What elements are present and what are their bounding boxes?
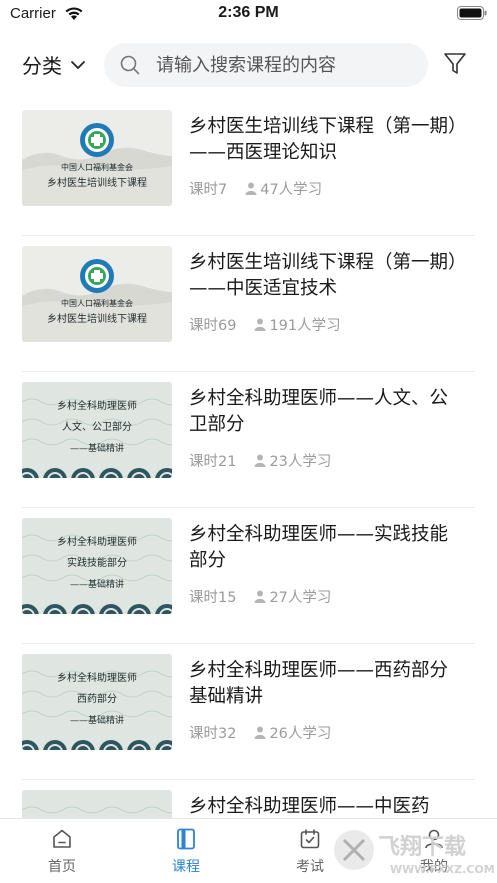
course-thumbnail[interactable]: 乡村全科助理医师 人文、公卫部分 ——基础精讲 <box>22 382 172 478</box>
course-row[interactable]: 中国人口福利基金会乡村医生培训线下课程 乡村医生培训线下课程（第一期）——中医适… <box>22 236 475 372</box>
course-title: 乡村全科助理医师——实践技能部分 <box>189 524 449 571</box>
thumbnail-caption: 乡村医生培训线下课程 <box>47 312 147 325</box>
course-title: 乡村全科助理医师——中医药 <box>189 796 430 817</box>
category-dropdown[interactable]: 分类 <box>22 50 86 79</box>
status-time: 2:36 PM <box>218 4 279 21</box>
thumbnail-caption: 乡村全科助理医师 <box>57 399 137 412</box>
course-thumbnail[interactable]: 中国人口福利基金会乡村医生培训线下课程 <box>22 246 172 342</box>
course-meta: 课时7 47人学习 <box>189 178 322 199</box>
learner-count: 47人学习 <box>245 178 322 199</box>
course-cover-art: 中国人口福利基金会乡村医生培训线下课程 <box>22 246 172 342</box>
learner-count-text: 23人学习 <box>269 454 332 470</box>
course-list-screen: Carrier 2:36 PM 分类 请输入搜索课程的内容 中国人口福利基金会 … <box>0 0 497 883</box>
book-icon <box>177 828 195 850</box>
category-label: 分类 <box>22 54 62 78</box>
learner-count-text: 47人学习 <box>260 182 323 198</box>
thumbnail-caption: 乡村全科助理医师 <box>57 535 137 548</box>
lesson-count: 课时15 <box>189 590 237 606</box>
person-icon <box>254 590 266 603</box>
tab-courses[interactable]: 课程 <box>146 827 226 876</box>
learner-count: 26人学习 <box>254 722 331 743</box>
course-title: 乡村医生培训线下课程（第一期）——西医理论知识 <box>189 116 458 163</box>
tab-label: 课程 <box>172 859 200 875</box>
learner-count: 23人学习 <box>254 450 331 471</box>
person-icon <box>254 726 266 739</box>
chevron-down-icon <box>71 60 85 69</box>
thumbnail-caption: 乡村医生培训线下课程 <box>47 176 147 189</box>
course-thumbnail[interactable]: 乡村全科助理医师 西药部分 ——基础精讲 <box>22 654 172 750</box>
lesson-count: 课时7 <box>189 182 228 198</box>
search-icon <box>120 55 140 75</box>
course-title: 乡村全科助理医师——西药部分基础精讲 <box>189 660 449 707</box>
course-meta: 课时15 27人学习 <box>189 586 331 607</box>
course-cover-art: 乡村全科助理医师西药部分 ——基础精讲 <box>22 654 172 750</box>
tab-home[interactable]: 首页 <box>22 827 102 876</box>
lesson-count: 课时21 <box>189 454 237 470</box>
course-title: 乡村全科助理医师——人文、公卫部分 <box>189 388 449 435</box>
thumbnail-caption: ——基础精讲 <box>70 442 124 454</box>
course-meta: 课时32 26人学习 <box>189 722 331 743</box>
learner-count-text: 26人学习 <box>269 726 332 742</box>
course-row[interactable]: 乡村全科助理医师 人文、公卫部分 ——基础精讲 乡村全科助理医师——人文、公卫部分 … <box>22 372 475 508</box>
person-icon <box>245 182 257 195</box>
watermark-text: 飞翔下载 <box>378 834 466 860</box>
course-cover-art: 中国人口福利基金会乡村医生培训线下课程 <box>22 110 172 206</box>
search-bar[interactable] <box>104 43 428 87</box>
course-thumbnail[interactable]: 中国人口福利基金会乡村医生培训线下课程 <box>22 110 172 206</box>
site-watermark: 飞翔下载 WWW.FXXZ.COM <box>334 830 495 876</box>
thumbnail-caption: 中国人口福利基金会 <box>61 162 133 172</box>
learner-count-text: 27人学习 <box>269 590 332 606</box>
home-icon <box>53 829 71 848</box>
person-icon <box>254 318 266 331</box>
thumbnail-caption: 西药部分 <box>77 692 117 705</box>
watermark-url: WWW.FXXZ.COM <box>390 863 495 876</box>
course-cover-art: 乡村全科助理医师人文、公卫部分 ——基础精讲 <box>22 382 172 478</box>
learner-count: 191人学习 <box>254 314 341 335</box>
thumbnail-caption: 人文、公卫部分 <box>62 420 132 433</box>
search-header: 分类 <box>0 40 497 92</box>
course-thumbnail[interactable]: 乡村全科助理医师 实践技能部分 ——基础精讲 <box>22 518 172 614</box>
course-title: 乡村医生培训线下课程（第一期）——中医适宜技术 <box>189 252 458 299</box>
tab-label: 首页 <box>48 859 76 875</box>
learner-count-text: 191人学习 <box>269 318 341 334</box>
thumbnail-caption: ——基础精讲 <box>70 578 124 590</box>
course-cover-art: 乡村全科助理医师实践技能部分 ——基础精讲 <box>22 518 172 614</box>
course-meta: 课时21 23人学习 <box>189 450 331 471</box>
battery-icon <box>457 6 487 20</box>
calendar-check-icon <box>300 829 320 849</box>
lesson-count: 课时69 <box>189 318 237 334</box>
course-row[interactable]: 乡村全科助理医师 实践技能部分 ——基础精讲 乡村全科助理医师——实践技能部分 课时… <box>22 508 475 644</box>
learner-count: 27人学习 <box>254 586 331 607</box>
course-meta: 课时69 191人学习 <box>189 314 341 335</box>
thumbnail-caption: 乡村全科助理医师 <box>57 671 137 684</box>
thumbnail-caption: 实践技能部分 <box>67 556 127 569</box>
search-input[interactable] <box>156 54 406 76</box>
course-row[interactable]: 乡村全科助理医师 西药部分 ——基础精讲 乡村全科助理医师——西药部分基础精讲 课时… <box>22 644 475 780</box>
thumbnail-caption: 中国人口福利基金会 <box>61 298 133 308</box>
filter-icon[interactable] <box>442 51 468 77</box>
course-row[interactable]: 中国人口福利基金会乡村医生培训线下课程 乡村医生培训线下课程（第一期）——西医理… <box>22 100 475 236</box>
thumbnail-caption: ——基础精讲 <box>70 714 124 726</box>
person-icon <box>254 454 266 467</box>
course-list: 中国人口福利基金会 乡村医生培训线下课程 乡村医生培训线下课程（第一期）——西医理… <box>0 100 497 883</box>
lesson-count: 课时32 <box>189 726 237 742</box>
status-bar: Carrier 2:36 PM <box>0 0 497 30</box>
